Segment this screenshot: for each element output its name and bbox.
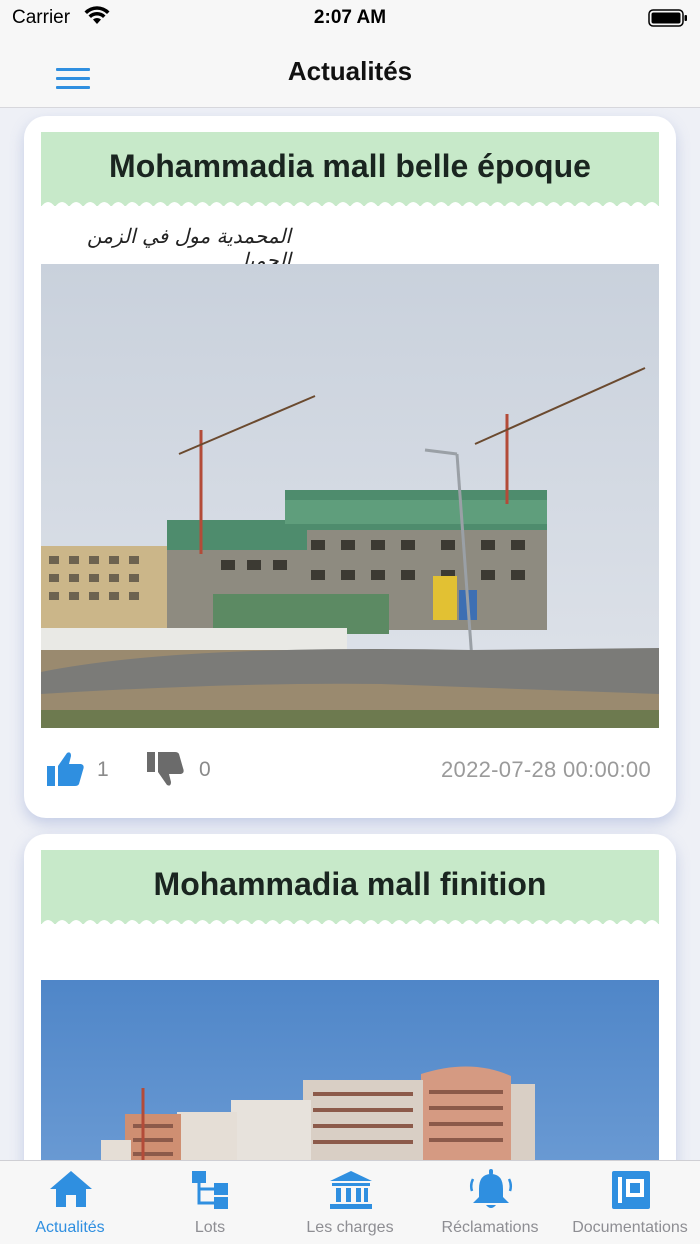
card-header: Mohammadia mall belle époque <box>41 132 659 207</box>
nav-bar: Actualités <box>0 36 700 108</box>
news-card[interactable]: Mohammadia mall finition <box>24 834 676 1160</box>
battery-icon <box>648 9 687 27</box>
tab-label: Lots <box>194 1219 226 1236</box>
card-photo[interactable] <box>41 980 659 1160</box>
status-bar: Carrier 2:07 AM <box>0 0 700 36</box>
tab-label: Réclamations <box>441 1219 539 1236</box>
page-title: Actualités <box>287 56 413 86</box>
card-date: 2022-07-28 00:00:00 <box>441 757 651 782</box>
like-button[interactable]: 1 <box>45 750 115 788</box>
clock: 2:07 AM <box>313 7 387 28</box>
dislike-button[interactable]: 0 <box>145 750 215 788</box>
tab-documentations[interactable]: Documentations <box>560 1161 700 1244</box>
screen: Carrier 2:07 AM Actualités Mohammadia ma… <box>0 0 700 1244</box>
thumbs-down-icon <box>147 752 184 786</box>
tab-bar: Actualités Lots Les charges Réclamations… <box>0 1160 700 1244</box>
tab-les-charges[interactable]: Les charges <box>280 1161 420 1244</box>
card-photo[interactable] <box>41 264 659 728</box>
card-title: Mohammadia mall belle époque <box>109 148 591 184</box>
card-footer: 1 0 2022-07-28 00:00:00 <box>41 744 659 794</box>
tab-reclamations[interactable]: Réclamations <box>420 1161 560 1244</box>
card-title: Mohammadia mall finition <box>153 866 547 902</box>
tab-label: Documentations <box>572 1219 688 1236</box>
news-feed[interactable]: Mohammadia mall belle époque المحمدية مو… <box>0 108 700 1160</box>
document-icon <box>612 1171 650 1209</box>
thumbs-up-icon <box>47 752 84 786</box>
bank-icon <box>330 1171 372 1209</box>
card-header: Mohammadia mall finition <box>41 850 659 925</box>
tab-lots[interactable]: Lots <box>140 1161 280 1244</box>
news-card[interactable]: Mohammadia mall belle époque المحمدية مو… <box>24 116 676 818</box>
like-count: 1 <box>97 758 109 781</box>
wave-divider <box>41 920 659 925</box>
tab-actualites[interactable]: Actualités <box>0 1161 140 1244</box>
dislike-count: 0 <box>199 758 211 781</box>
tab-label: Actualités <box>35 1219 105 1236</box>
wave-divider <box>41 202 659 207</box>
home-icon <box>50 1171 92 1207</box>
hierarchy-icon <box>192 1171 228 1209</box>
bell-icon <box>469 1169 513 1208</box>
tab-label: Les charges <box>306 1219 394 1236</box>
